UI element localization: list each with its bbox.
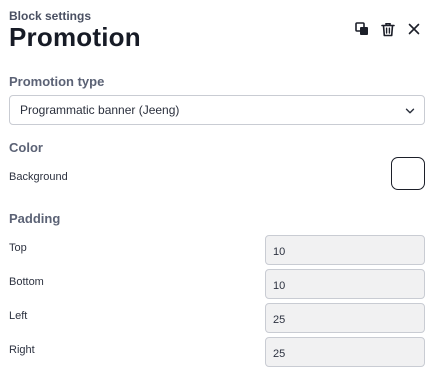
close-icon: [408, 23, 420, 35]
padding-left-input[interactable]: 25: [265, 303, 425, 333]
padding-top-input[interactable]: 10: [265, 235, 425, 265]
promotion-type-value: Programmatic banner (Jeeng): [20, 103, 180, 117]
padding-right-label: Right: [9, 344, 35, 356]
padding-bottom-label: Bottom: [9, 276, 44, 288]
padding-bottom-value: 10: [273, 279, 286, 292]
panel-eyebrow: Block settings: [9, 9, 92, 23]
duplicate-button[interactable]: [353, 20, 371, 38]
padding-right-input[interactable]: 25: [265, 337, 425, 367]
trash-icon: [381, 22, 395, 37]
close-button[interactable]: [405, 20, 423, 38]
padding-section-label: Padding: [9, 211, 61, 226]
background-color-swatch[interactable]: [391, 157, 425, 190]
promotion-type-label: Promotion type: [9, 74, 105, 89]
padding-bottom-input[interactable]: 10: [265, 269, 425, 299]
chevron-down-icon: [405, 105, 415, 119]
color-section-label: Color: [9, 140, 43, 155]
duplicate-icon: [355, 22, 369, 36]
background-label: Background: [9, 171, 68, 183]
padding-left-value: 25: [273, 313, 286, 326]
padding-left-label: Left: [9, 310, 28, 322]
page-title: Promotion: [9, 22, 141, 52]
delete-button[interactable]: [379, 20, 397, 38]
padding-right-value: 25: [273, 347, 286, 360]
promotion-type-select[interactable]: Programmatic banner (Jeeng): [9, 95, 425, 125]
padding-top-label: Top: [9, 242, 27, 254]
padding-top-value: 10: [273, 245, 286, 258]
block-settings-panel: Block settings Promotion Promotion type: [0, 0, 432, 378]
